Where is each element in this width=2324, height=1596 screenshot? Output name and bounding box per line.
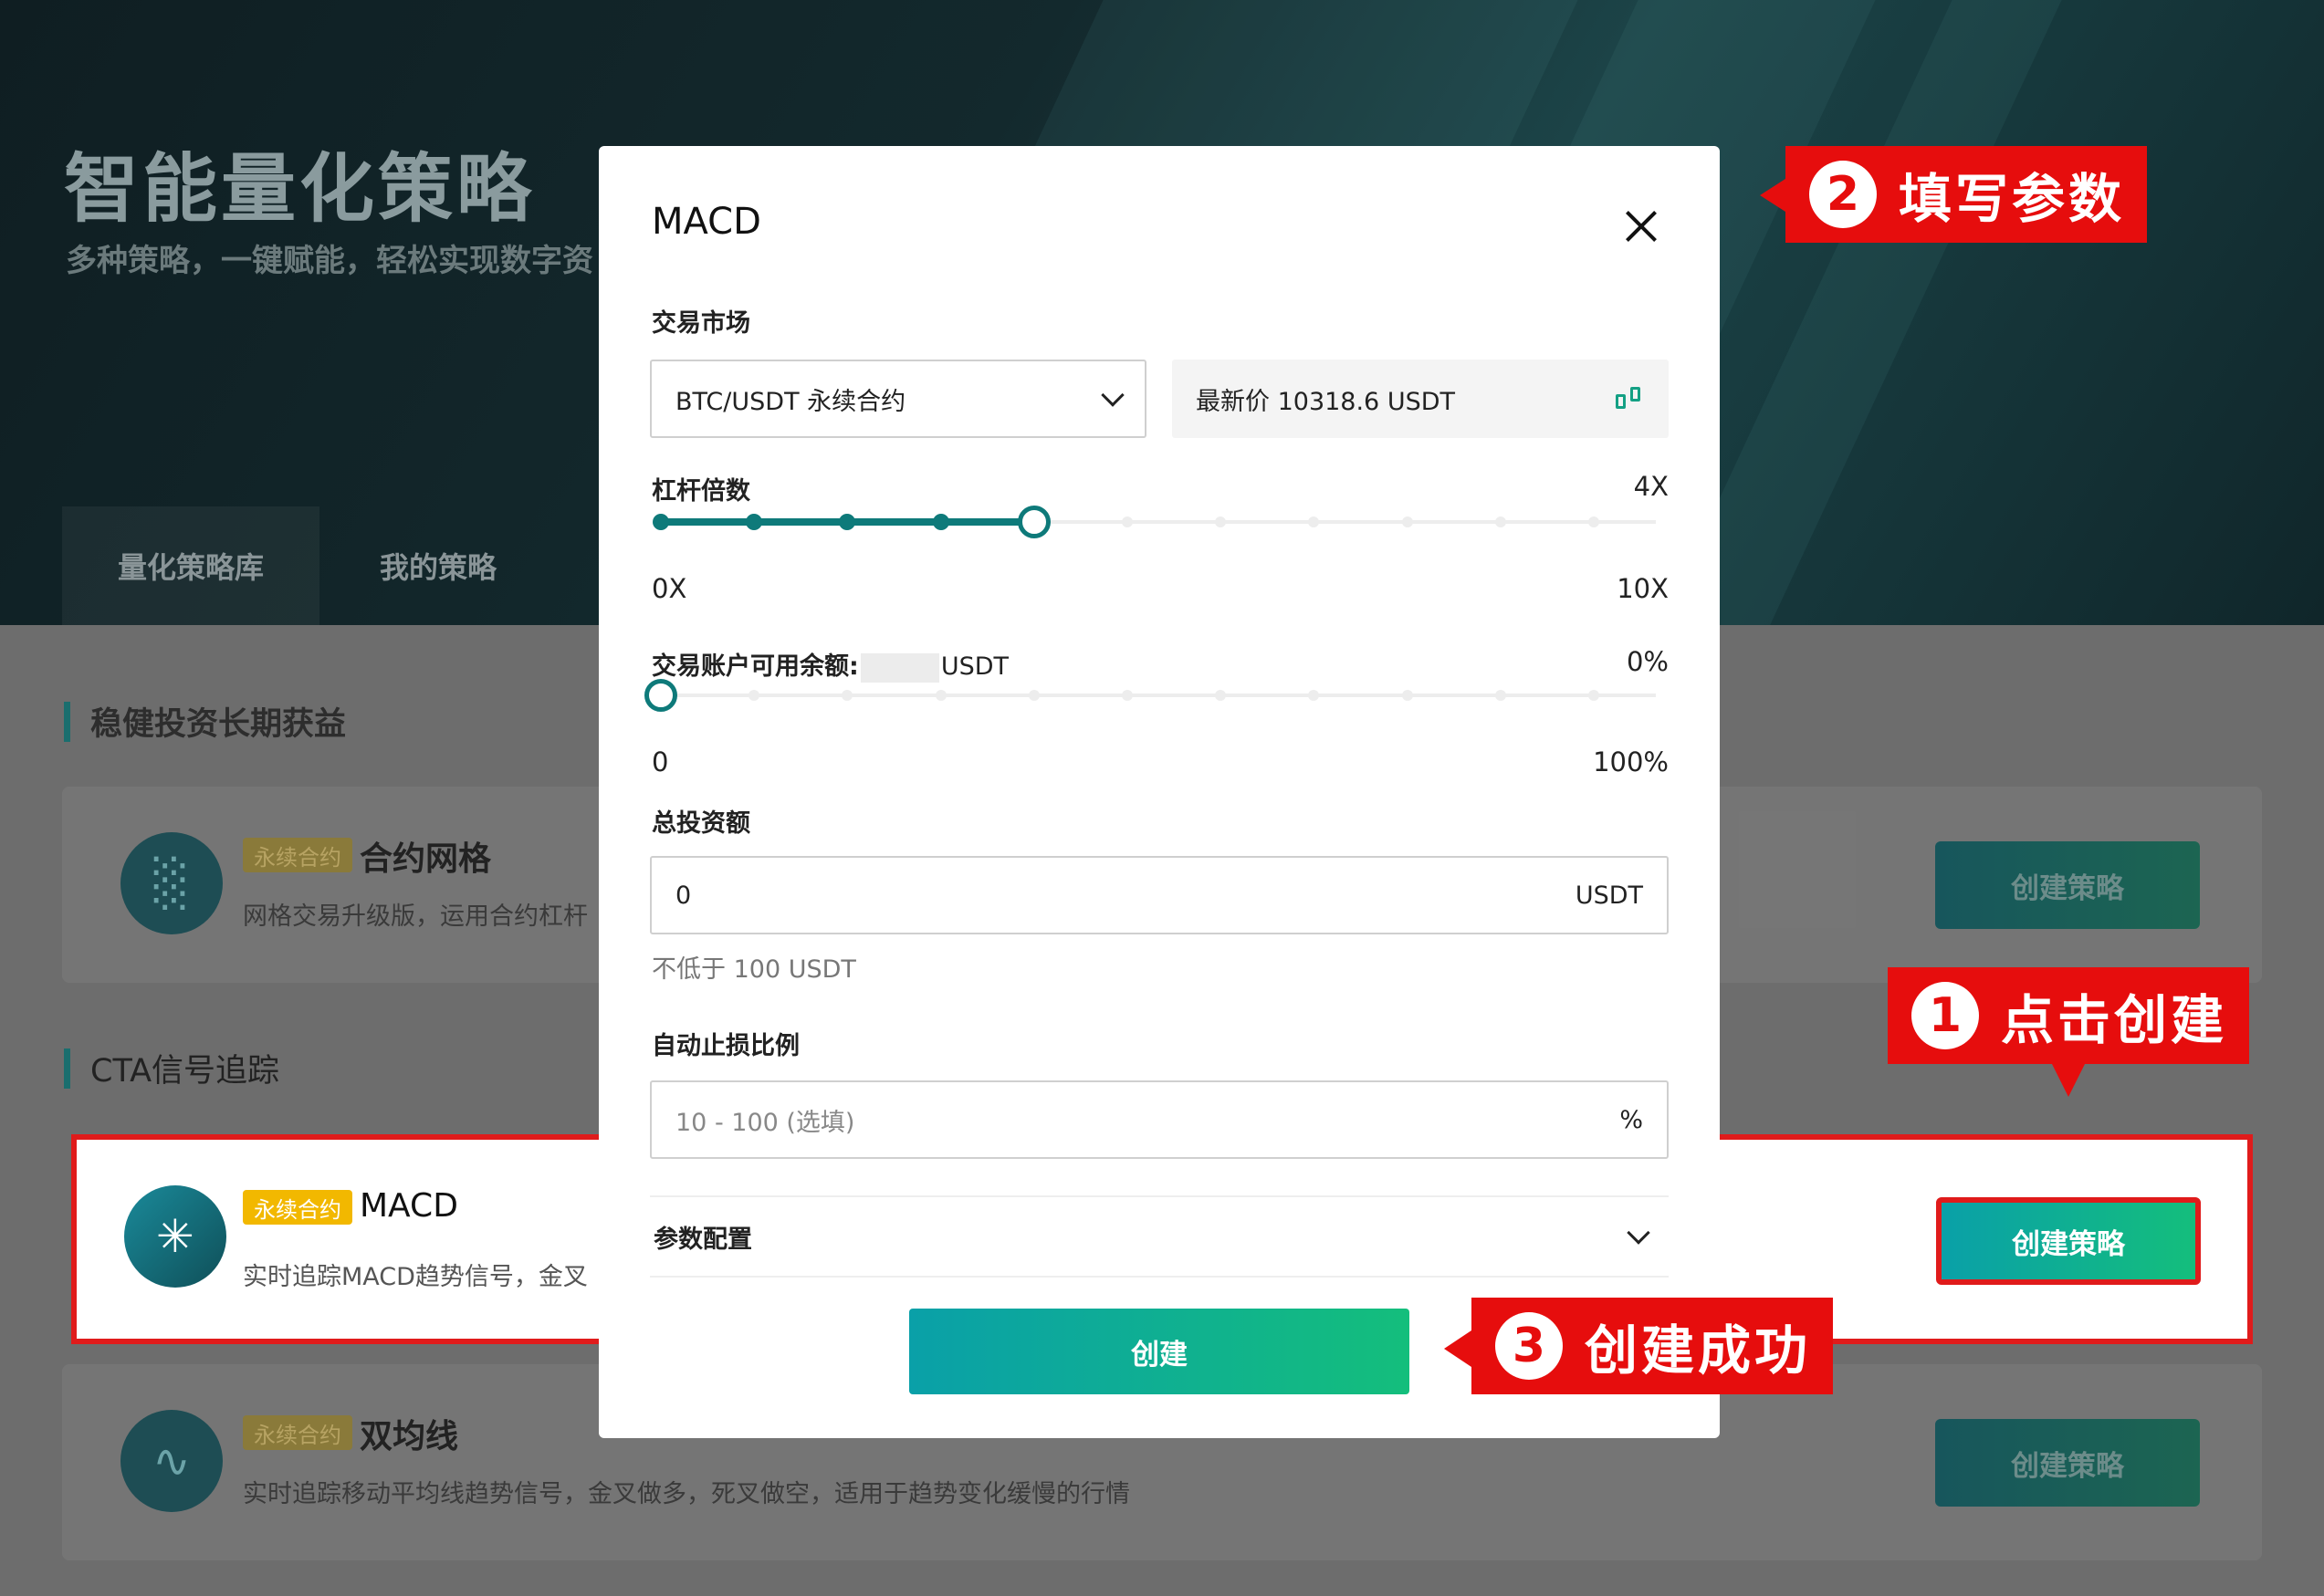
investment-unit: USDT [1575, 881, 1643, 910]
create-button[interactable]: 创建 [909, 1309, 1409, 1394]
perpetual-badge: 永续合约 [243, 1190, 352, 1225]
stoploss-placeholder: 10 - 100 (选填) [675, 1108, 855, 1137]
investment-input[interactable]: 0 USDT [650, 856, 1669, 934]
slider-step-dot[interactable] [932, 514, 949, 530]
strategy-desc: 实时追踪移动平均线趋势信号，金叉做多，死叉做空，适用于趋势变化缓慢的行情 [243, 1480, 1130, 1508]
tab-bar: 量化策略库 我的策略 [62, 506, 557, 625]
step-text: 点击创建 [2001, 989, 2228, 1051]
slider-step-dot[interactable] [839, 514, 856, 530]
step-number: 2 [1809, 161, 1877, 228]
wave-icon: ∿ [120, 1410, 223, 1512]
slider-step-dot[interactable] [748, 690, 760, 701]
slider-step-dot[interactable] [935, 690, 947, 701]
callout-step-1: 1 点击创建 [1888, 967, 2249, 1097]
balance-slider[interactable] [644, 677, 1656, 714]
slider-thumb[interactable] [644, 679, 677, 712]
page-subtitle: 多种策略，一键赋能，轻松实现数字资 [66, 243, 593, 279]
balance-percent: 0% [1626, 646, 1669, 677]
leverage-min: 0X [652, 573, 687, 604]
slider-step-dot[interactable] [1588, 516, 1599, 527]
params-accordion[interactable]: 参数配置 [650, 1195, 1669, 1278]
leverage-max: 10X [1617, 573, 1669, 604]
leverage-slider[interactable] [653, 504, 1656, 540]
perpetual-badge: 永续合约 [243, 838, 352, 872]
slider-step-dot[interactable] [1028, 690, 1040, 701]
slider-track [661, 694, 1656, 697]
slider-step-dot[interactable] [1308, 690, 1320, 701]
section-header: 稳健投资长期获益 [64, 698, 346, 745]
leverage-label: 杠杆倍数 [652, 477, 750, 506]
slider-step-dot[interactable] [1308, 516, 1320, 527]
slider-step-dot[interactable] [1122, 690, 1133, 701]
section-marker [64, 701, 70, 742]
balance-min: 0 [652, 746, 669, 777]
market-value: BTC/USDT 永续合约 [675, 387, 906, 416]
callout-step-2: 2 填写参数 [1760, 146, 2147, 243]
dialog-title: MACD [652, 201, 761, 243]
create-strategy-button[interactable]: 创建策略 [1935, 1419, 2200, 1507]
create-strategy-button[interactable]: 创建策略 [1936, 1197, 2201, 1285]
section-marker [64, 1048, 70, 1089]
slider-step-dot[interactable] [1215, 690, 1227, 701]
slider-step-dot[interactable] [1401, 516, 1413, 527]
slider-step-dot[interactable] [1494, 516, 1506, 527]
step-text: 填写参数 [1899, 168, 2126, 230]
latest-price-text: 最新价 10318.6 USDT [1196, 387, 1456, 416]
signal-icon: ✳ [124, 1185, 226, 1288]
slider-step-dot[interactable] [1122, 516, 1133, 527]
stoploss-label: 自动止损比例 [652, 1032, 800, 1060]
tab-my-strategies[interactable]: 我的策略 [319, 506, 557, 625]
bar-chart-icon: ░ [120, 832, 223, 934]
step-number: 1 [1911, 982, 1979, 1049]
stoploss-unit: % [1619, 1105, 1643, 1134]
create-strategy-dialog: MACD 交易市场 BTC/USDT 永续合约 最新价 10318.6 USDT… [599, 146, 1720, 1438]
page-title: 智能量化策略 [64, 146, 536, 233]
strategy-name: 合约网格 [360, 840, 492, 878]
slider-step-dot[interactable] [746, 514, 763, 530]
create-strategy-button[interactable]: 创建策略 [1935, 841, 2200, 929]
params-label: 参数配置 [654, 1225, 752, 1254]
investment-label: 总投资额 [652, 809, 750, 838]
stoploss-input[interactable]: 10 - 100 (选填) % [650, 1080, 1669, 1159]
strategy-name: MACD [360, 1187, 458, 1225]
step-text: 创建成功 [1585, 1320, 1812, 1382]
section-title: CTA信号追踪 [90, 1053, 280, 1090]
investment-hint: 不低于 100 USDT [652, 955, 856, 984]
slider-step-dot[interactable] [1401, 690, 1413, 701]
strategy-desc: 实时追踪MACD趋势信号，金叉 [243, 1263, 588, 1291]
strategy-name: 双均线 [360, 1418, 459, 1455]
strategy-desc: 网格交易升级版，运用合约杠杆 [243, 902, 588, 931]
market-label: 交易市场 [652, 309, 750, 338]
slider-step-dot[interactable] [1588, 690, 1599, 701]
investment-value: 0 [675, 881, 692, 910]
step-number: 3 [1495, 1312, 1563, 1380]
slider-step-dot[interactable] [842, 690, 853, 701]
slider-step-dot[interactable] [653, 514, 669, 530]
section-header: CTA信号追踪 [64, 1045, 279, 1091]
latest-price: 最新价 10318.6 USDT [1172, 360, 1669, 438]
callout-step-3: 3 创建成功 [1444, 1298, 1833, 1394]
chevron-down-icon [1627, 1221, 1650, 1245]
candlestick-icon[interactable] [1614, 383, 1645, 414]
leverage-value: 4X [1633, 471, 1669, 502]
market-select[interactable]: BTC/USDT 永续合约 [650, 360, 1146, 438]
slider-step-dot[interactable] [1494, 690, 1506, 701]
close-icon[interactable] [1623, 208, 1659, 245]
perpetual-badge: 永续合约 [243, 1415, 352, 1450]
section-title: 稳健投资长期获益 [90, 706, 347, 743]
balance-max: 100% [1593, 746, 1669, 777]
slider-step-dot[interactable] [1215, 516, 1227, 527]
slider-thumb[interactable] [1017, 506, 1051, 538]
tab-strategy-library[interactable]: 量化策略库 [62, 506, 319, 625]
chevron-down-icon [1101, 383, 1125, 407]
